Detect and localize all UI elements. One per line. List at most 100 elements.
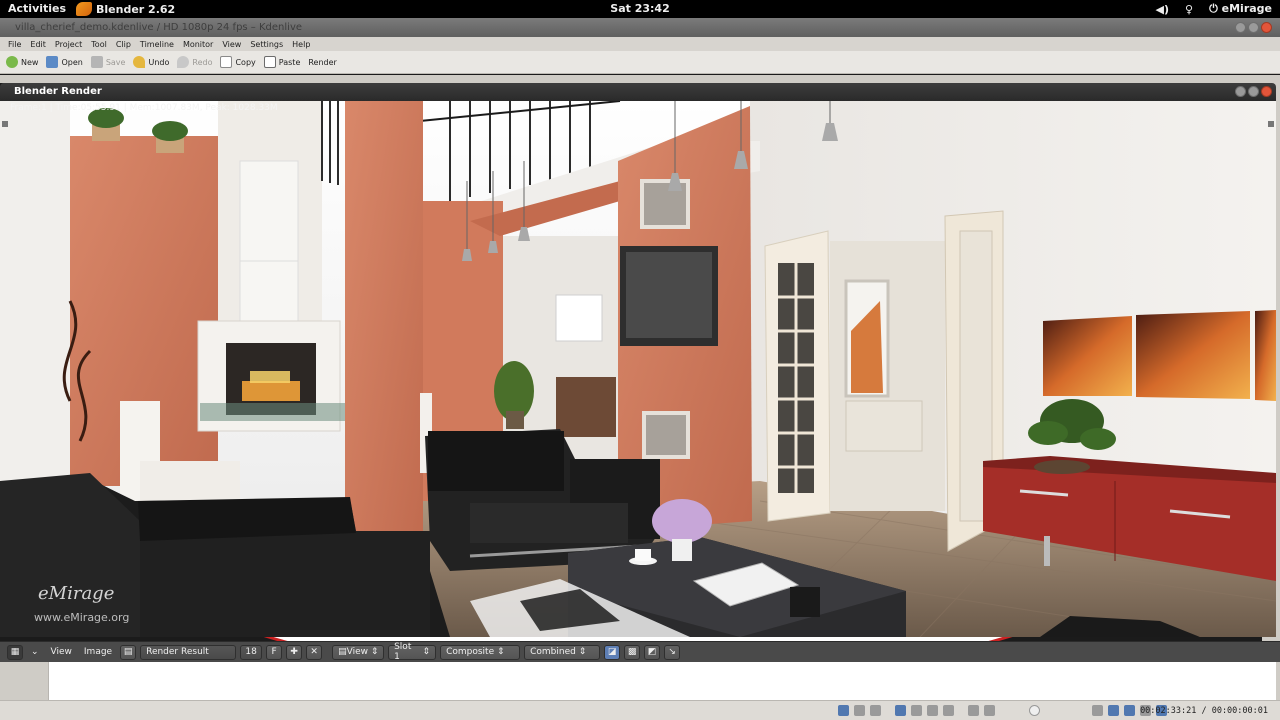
zoom-slider-handle[interactable] (1029, 705, 1040, 716)
statusbar-tools (838, 705, 1167, 716)
view-mode-value: View (346, 647, 368, 657)
split-view-icon[interactable] (854, 705, 865, 716)
main-toolbar: New Open Save Undo Redo Copy Paste Rende… (0, 51, 1280, 688)
menu-view[interactable]: View (222, 40, 241, 49)
render-maximize-button[interactable] (1248, 86, 1259, 97)
image-browse-icon[interactable]: ▤ (120, 644, 137, 660)
slot-dropdown[interactable]: Slot 1 ⇕ (388, 642, 437, 662)
scroll-left-handle[interactable] (2, 121, 8, 127)
image-name-field[interactable]: Render Result (140, 644, 237, 660)
menu-settings[interactable]: Settings (250, 40, 283, 49)
header-collapse-icon[interactable]: ⌄ (27, 647, 43, 657)
activities-button[interactable]: Activities (8, 2, 66, 15)
snap-icon[interactable] (943, 705, 954, 716)
timeline-tool-icon[interactable] (838, 705, 849, 716)
pass-value: Composite (446, 647, 495, 657)
render-label: Render (308, 57, 337, 67)
emirage-watermark-url: www.eMirage.org (34, 611, 130, 624)
render-close-button[interactable] (1261, 86, 1272, 97)
user-name: eMirage (1221, 2, 1272, 15)
new-icon (6, 56, 18, 68)
open-label: Open (61, 57, 83, 67)
menu-timeline[interactable]: Timeline (140, 40, 174, 49)
fake-user-button[interactable]: F (266, 644, 283, 660)
menu-file[interactable]: File (8, 40, 21, 49)
save-button[interactable]: Save (90, 56, 126, 68)
draw-zbuffer-icon[interactable]: ◩ (644, 644, 661, 660)
close-button[interactable] (1261, 22, 1272, 33)
image-name-value: Render Result (146, 647, 209, 657)
open-folder-icon (46, 56, 59, 68)
redo-button[interactable]: Redo (177, 56, 212, 68)
paste-label: Paste (278, 57, 301, 67)
user-menu[interactable]: ⏻ eMirage (1209, 2, 1272, 16)
kdenlive-titlebar: villa_cherief_demo.kdenlive / HD 1080p 2… (0, 18, 1280, 37)
scroll-right-handle[interactable] (1268, 121, 1274, 127)
menu-clip[interactable]: Clip (116, 40, 131, 49)
render-layer-dropdown[interactable]: Combined ⇕ (524, 644, 601, 660)
menubar: File Edit Project Tool Clip Timeline Mon… (0, 37, 1280, 51)
clock[interactable]: Sat 23:42 (610, 2, 669, 15)
draw-image-alpha-icon[interactable]: ◪ (604, 644, 621, 660)
render-pass-dropdown[interactable]: Composite ⇕ (440, 644, 521, 660)
show-markers-icon[interactable] (1124, 705, 1135, 716)
menu-project[interactable]: Project (55, 40, 82, 49)
image-users-count: 18 (240, 644, 263, 660)
timeline-panel[interactable] (48, 662, 1276, 700)
render-frame-info: Frame:1 | Time:05:55.91 | Mem:1007.83M, … (10, 103, 278, 113)
zoom-fit-icon[interactable] (984, 705, 995, 716)
emirage-watermark: eMirage (38, 583, 115, 604)
interior-render-image (0, 101, 1276, 637)
system-tray: ◀) ♀ ⏻ eMirage (1156, 2, 1272, 16)
new-image-icon[interactable]: ✚ (286, 644, 303, 660)
app-name: Blender 2.62 (96, 2, 176, 16)
copy-button[interactable]: Copy (220, 56, 256, 68)
view-menu[interactable]: View (47, 647, 76, 657)
copy-icon (220, 56, 233, 68)
show-audio-icon[interactable] (1108, 705, 1119, 716)
fake-user-label: F (271, 647, 277, 657)
kdenlive-window-title: villa_cherief_demo.kdenlive / HD 1080p 2… (15, 22, 303, 33)
minimize-button[interactable] (1235, 22, 1246, 33)
render-minimize-button[interactable] (1235, 86, 1246, 97)
select-tool-icon[interactable] (895, 705, 906, 716)
status-bar: 00:02:33:21 / 00:00:00:01 (0, 700, 1280, 720)
menu-help[interactable]: Help (292, 40, 310, 49)
editor-type-icon[interactable]: ▦ (7, 644, 23, 660)
paste-icon (263, 56, 276, 68)
app-menu[interactable]: Blender 2.62 (76, 2, 175, 16)
spacer-tool-icon[interactable] (927, 705, 938, 716)
dock-area (0, 75, 1280, 83)
track-height-icon[interactable] (1092, 705, 1103, 716)
view-mode-icon: ▤ (338, 647, 347, 657)
menu-tool[interactable]: Tool (91, 40, 107, 49)
blender-render-title: Blender Render (14, 86, 102, 97)
image-menu[interactable]: Image (80, 647, 116, 657)
open-button[interactable]: Open (46, 56, 83, 68)
view-dropdown[interactable]: ▤ View ⇕ (332, 644, 385, 660)
thumbnails-icon[interactable] (870, 705, 881, 716)
maximize-button[interactable] (1248, 22, 1259, 33)
accessibility-icon[interactable]: ♀ (1185, 3, 1193, 16)
unlink-image-icon[interactable]: ✕ (306, 644, 323, 660)
zoom-out-icon[interactable] (968, 705, 979, 716)
render-button[interactable]: Render (0, 57, 1276, 688)
gnome-top-bar: Activities Blender 2.62 Sat 23:42 ◀) ♀ ⏻… (0, 0, 1280, 18)
draw-alpha-only-icon[interactable]: ▩ (624, 644, 641, 660)
sample-tool-icon[interactable]: ↘ (664, 644, 681, 660)
redo-icon (177, 56, 190, 68)
new-button[interactable]: New (6, 56, 38, 68)
redo-label: Redo (192, 57, 213, 67)
undo-button[interactable]: Undo (133, 56, 169, 68)
blender-logo-icon (76, 2, 92, 16)
render-result-viewport[interactable]: Frame:1 | Time:05:55.91 | Mem:1007.83M, … (0, 101, 1276, 637)
undo-icon (133, 56, 146, 68)
menu-edit[interactable]: Edit (30, 40, 46, 49)
razor-tool-icon[interactable] (911, 705, 922, 716)
undo-label: Undo (148, 57, 170, 67)
menu-monitor[interactable]: Monitor (183, 40, 213, 49)
save-label: Save (105, 57, 126, 67)
paste-button[interactable]: Paste (263, 56, 301, 68)
blender-render-titlebar[interactable]: Blender Render (0, 83, 1276, 101)
volume-icon[interactable]: ◀) (1156, 3, 1170, 16)
